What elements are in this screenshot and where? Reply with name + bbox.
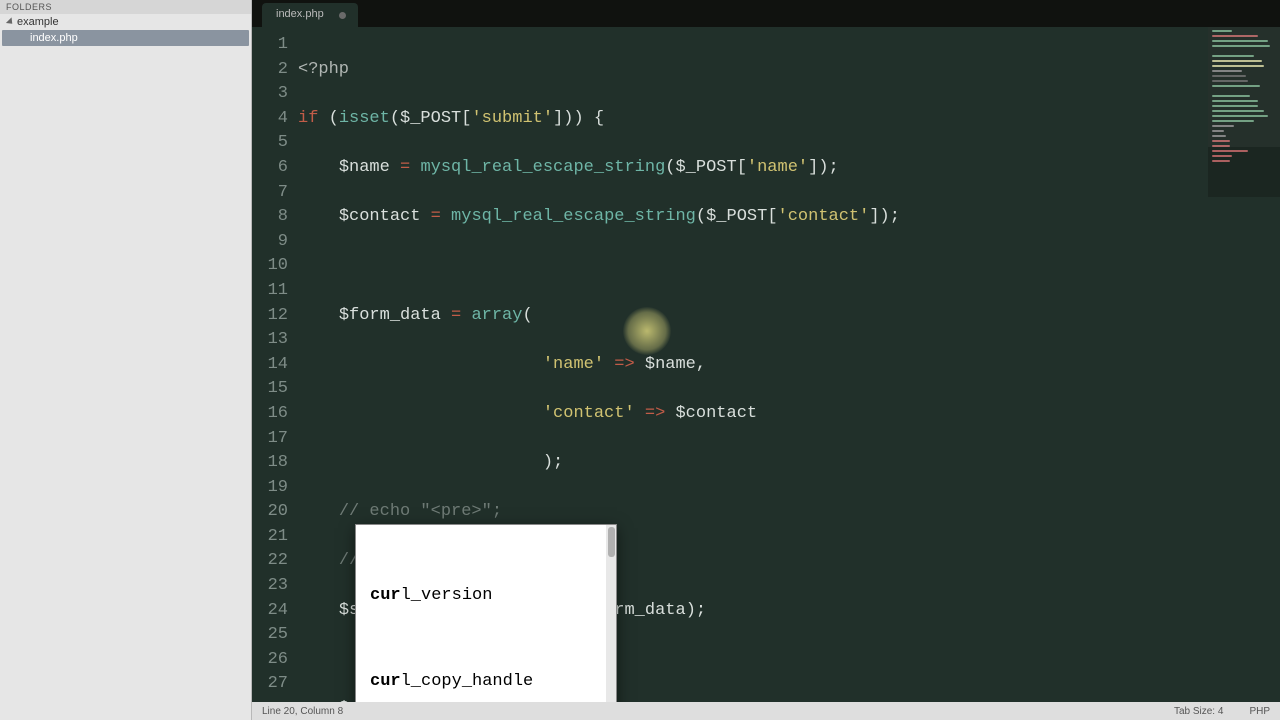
autocomplete-item[interactable]: curl_version — [356, 582, 616, 611]
dirty-indicator-icon — [339, 12, 346, 19]
status-bar: Line 20, Column 8 Tab Size: 4 PHP — [252, 702, 1280, 720]
gutter: 1234567891011121314151617181920212223242… — [252, 27, 298, 720]
minimap[interactable] — [1208, 27, 1280, 197]
sidebar-header: FOLDERS — [0, 0, 251, 14]
tab-index-php[interactable]: index.php — [262, 3, 358, 27]
tab-label: index.php — [276, 8, 324, 20]
autocomplete-popup[interactable]: curl_version curl_copy_handle curl_multi… — [355, 524, 617, 720]
code-text[interactable]: <?php if (isset($_POST['submit'])) { $na… — [298, 27, 1280, 720]
file-index-php[interactable]: index.php — [2, 30, 249, 46]
folder-label: example — [17, 16, 59, 28]
tab-bar: index.php — [252, 0, 1280, 27]
folder-example[interactable]: example — [0, 14, 251, 30]
status-tabsize[interactable]: Tab Size: 4 — [1174, 706, 1223, 717]
code-area[interactable]: 1234567891011121314151617181920212223242… — [252, 27, 1280, 720]
file-label: index.php — [30, 32, 78, 44]
status-line-col[interactable]: Line 20, Column 8 — [262, 706, 343, 717]
editor: index.php 123456789101112131415161718192… — [252, 0, 1280, 720]
sidebar: FOLDERS example index.php — [0, 0, 252, 720]
chevron-down-icon — [6, 17, 15, 26]
status-language[interactable]: PHP — [1249, 706, 1270, 717]
autocomplete-scrollbar[interactable] — [606, 525, 616, 720]
autocomplete-item[interactable]: curl_copy_handle — [356, 668, 616, 697]
